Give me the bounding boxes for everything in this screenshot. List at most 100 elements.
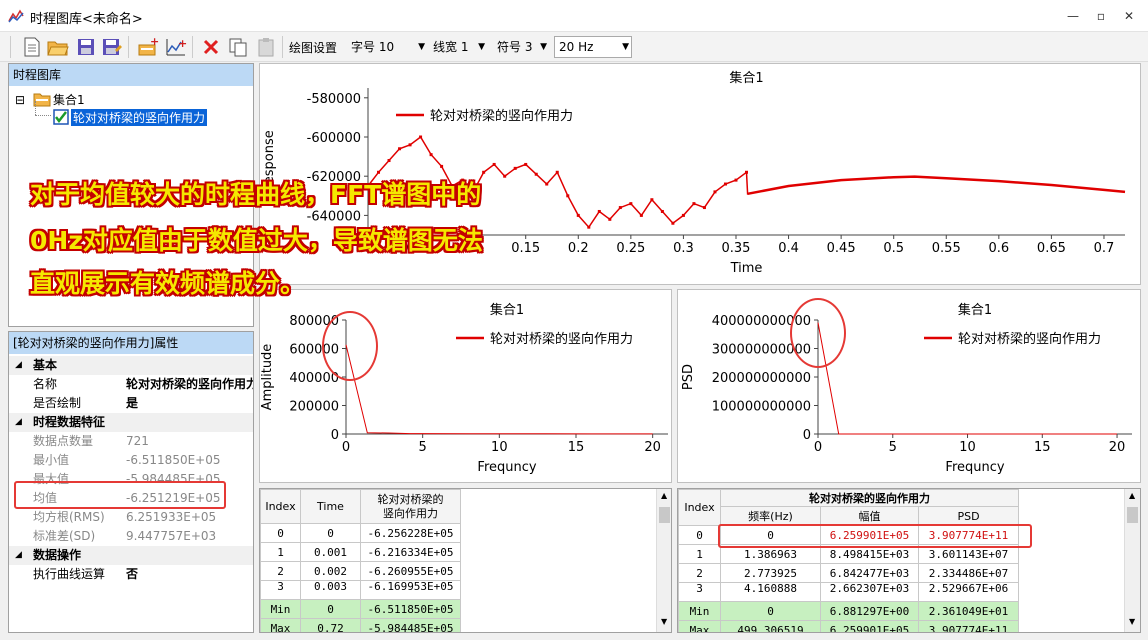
x-tick-label: 15: [1034, 440, 1051, 455]
prop-draw[interactable]: 是否绘制 是: [9, 394, 253, 413]
scroll-down-icon[interactable]: ▼: [1129, 617, 1135, 626]
y-tick-label: 0: [331, 428, 339, 443]
new-file-icon[interactable]: [20, 35, 44, 59]
tree-connector: [35, 115, 51, 116]
properties-header: [轮对对桥梁的竖向作用力]属性: [9, 332, 253, 354]
time-data-table: Index Time 轮对对桥梁的 竖向作用力 0 0 -6.256228E+05 1…: [260, 489, 461, 632]
scroll-up-icon[interactable]: ▲: [661, 491, 667, 500]
toolbar-separator: [192, 36, 193, 58]
series-point: [702, 206, 706, 210]
table-row[interactable]: 3 4.160888 2.662307E+03 2.529667E+06: [678, 582, 1019, 602]
col-time[interactable]: Time: [300, 489, 361, 524]
table-row[interactable]: 2 2.773925 6.842477E+03 2.334486E+07: [678, 563, 1019, 583]
series-point: [524, 162, 528, 166]
table-row-max[interactable]: Max 0.72 -5.984485E+05: [260, 618, 461, 632]
restore-button[interactable]: ▫: [1088, 6, 1114, 26]
annotation-line-3: 直观展示有效频谱成分。: [30, 269, 306, 298]
col-frequency[interactable]: 频率(Hz): [720, 506, 821, 526]
table-row[interactable]: 1 0.001 -6.216334E+05: [260, 542, 461, 562]
category-ops[interactable]: ◢ 数据操作: [9, 546, 253, 565]
col-group-header[interactable]: 轮对对桥梁的竖向作用力: [720, 489, 1019, 507]
table-row[interactable]: 0 0 -6.256228E+05: [260, 523, 461, 543]
prop-count[interactable]: 数据点数量 721: [9, 432, 253, 451]
cell: -6.256228E+05: [360, 523, 461, 543]
table2-scrollbar[interactable]: ▲ ▼: [1124, 489, 1140, 632]
x-axis-label: Frequncy: [477, 460, 536, 475]
series-point: [692, 202, 696, 206]
scroll-down-icon[interactable]: ▼: [661, 617, 667, 626]
y-tick-label: 200000000000: [712, 371, 811, 386]
category-basic[interactable]: ◢ 基本: [9, 356, 253, 375]
table-row[interactable]: 2 0.002 -6.260955E+05: [260, 561, 461, 581]
series-point: [681, 213, 685, 217]
amplitude-chart-panel: 集合1 0 5 10 15 20 0 200000 400000 600000 800000 Freq…: [259, 289, 672, 483]
series-point: [671, 221, 675, 225]
open-folder-icon[interactable]: [46, 35, 70, 59]
chevron-down-icon: ▼: [418, 42, 425, 52]
cell: 2.662307E+03: [820, 582, 919, 602]
psd-chart[interactable]: 集合10 5 10 15 2001000000000002000000000003000…: [678, 290, 1140, 482]
legend-label: 轮对对桥梁的竖向作用力: [430, 108, 573, 124]
table-row-max[interactable]: Max 499.306519 6.259901E+05 3.907774E+11: [678, 620, 1019, 632]
add-chart-icon[interactable]: +: [164, 35, 188, 59]
x-tick-label: 0.2: [568, 241, 589, 256]
scroll-up-icon[interactable]: ▲: [1129, 491, 1135, 500]
category-features[interactable]: ◢ 时程数据特征: [9, 413, 253, 432]
prop-rms[interactable]: 均方根(RMS) 6.251933E+05: [9, 508, 253, 527]
psd-chart-panel: 集合1 0 5 10 15 20 0 100000000000 200000000000 3000…: [677, 289, 1141, 483]
col-index[interactable]: Index: [260, 489, 301, 524]
series-point: [408, 143, 412, 147]
col-index[interactable]: Index: [678, 489, 721, 526]
add-series-icon[interactable]: +: [136, 35, 160, 59]
frequency-combo[interactable]: 20 Hz ▼: [554, 36, 632, 58]
cell: 0.002: [300, 561, 361, 581]
prop-min[interactable]: 最小值 -6.511850E+05: [9, 451, 253, 470]
save-as-icon[interactable]: [100, 35, 124, 59]
table-row[interactable]: 3 0.003 -6.169953E+05: [260, 580, 461, 600]
line-width-combo[interactable]: 线宽 1 ▼: [428, 36, 488, 58]
font-size-combo[interactable]: 字号 10 ▼: [346, 36, 428, 58]
table1-scrollbar[interactable]: ▲ ▼: [656, 489, 671, 632]
x-tick-label: 0.4: [778, 241, 799, 256]
series-point: [555, 170, 559, 174]
symbol-combo[interactable]: 符号 3 ▼: [492, 36, 550, 58]
col-psd[interactable]: PSD: [918, 506, 1019, 526]
cell: Max: [678, 620, 721, 632]
table-row-min[interactable]: Min 0 6.881297E+00 2.361049E+01: [678, 601, 1019, 621]
scroll-thumb[interactable]: [659, 507, 670, 523]
category-label: 时程数据特征: [33, 415, 106, 429]
series-point: [723, 182, 727, 186]
cell: 3: [678, 582, 721, 602]
tree-item-series[interactable]: 轮对对桥梁的竖向作用力: [71, 109, 208, 126]
fft-data-table: Index 轮对对桥梁的竖向作用力 频率(Hz) 幅值 PSD 0 0 6.2599…: [678, 489, 1019, 632]
prop-sd[interactable]: 标准差(SD) 9.447757E+03: [9, 527, 253, 546]
tree-collapse-toggle[interactable]: ⊟: [15, 93, 25, 107]
prop-value: 否: [126, 567, 139, 581]
tree-item-root[interactable]: 集合1: [53, 91, 85, 108]
prop-curve-op[interactable]: 执行曲线运算 否: [9, 565, 253, 584]
scroll-thumb[interactable]: [1127, 507, 1138, 523]
col-value[interactable]: 轮对对桥梁的 竖向作用力: [360, 489, 461, 524]
table-row-min[interactable]: Min 0 -6.511850E+05: [260, 599, 461, 619]
cell: 0: [720, 601, 821, 621]
series-point: [503, 174, 507, 178]
app-chart-icon: [8, 9, 24, 23]
minimize-button[interactable]: —: [1060, 6, 1086, 26]
prop-name[interactable]: 名称 轮对对桥梁的竖向作用力: [9, 375, 254, 394]
cell: -6.169953E+05: [360, 580, 461, 600]
save-icon[interactable]: [74, 35, 98, 59]
copy-icon[interactable]: [226, 35, 250, 59]
checkbox-checked-icon[interactable]: [53, 109, 69, 125]
amplitude-chart[interactable]: 集合10 5 10 15 200200000400000600000800000Freq…: [260, 290, 671, 482]
col-amplitude[interactable]: 幅值: [820, 506, 919, 526]
cell: 0: [300, 523, 361, 543]
time-data-table-panel: Index Time 轮对对桥梁的 竖向作用力 0 0 -6.256228E+05 1…: [259, 488, 672, 633]
prop-key: 数据点数量: [33, 434, 94, 448]
delete-icon[interactable]: [199, 35, 223, 59]
close-button[interactable]: ✕: [1116, 6, 1142, 26]
prop-key: 名称: [33, 377, 58, 391]
prop-value: 轮对对桥梁的竖向作用力: [126, 377, 254, 391]
paste-icon[interactable]: [254, 35, 278, 59]
y-tick-label: -580000: [307, 92, 361, 107]
y-tick-label: 200000: [289, 400, 339, 415]
